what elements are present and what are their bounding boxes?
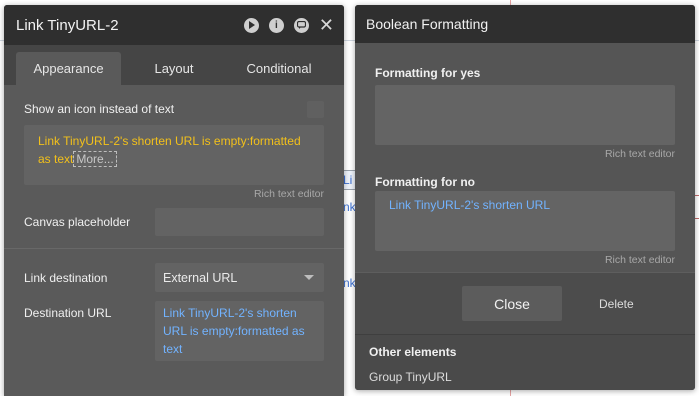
tab-bar: Appearance Layout Conditional [4,45,344,85]
canvas-text-fragment: Li [343,173,353,187]
comment-icon[interactable] [293,17,309,33]
other-elements-item[interactable]: Group TinyURL [369,370,695,384]
link-destination-dropdown[interactable]: External URL [155,263,324,292]
section-divider [4,248,344,249]
other-elements-section: Other elements Group TinyURL [355,334,695,390]
formatting-no-rich-text-link[interactable]: Rich text editor [375,254,675,266]
rich-text-editor-link[interactable]: Rich text editor [24,188,324,200]
play-icon[interactable] [243,17,259,33]
close-button[interactable]: Close [462,286,562,321]
property-editor-panel: Link TinyURL-2 i ✕ Appearance Layout Con… [4,5,344,396]
formatting-no-label: Formatting for no [375,175,475,189]
destination-url-label: Destination URL [24,306,112,320]
boolean-formatting-header: Boolean Formatting [355,5,695,43]
formatting-yes-label: Formatting for yes [375,66,481,80]
destination-url-row: Destination URL Link TinyURL-2's shorten… [24,301,324,361]
show-icon-row: Show an icon instead of text [24,99,324,119]
show-icon-checkbox[interactable] [307,100,324,118]
formatting-yes-editor[interactable] [375,85,675,145]
canvas-placeholder-label: Canvas placeholder [24,215,131,229]
dropdown-caret-icon [304,275,314,280]
canvas-placeholder-input[interactable] [155,208,324,236]
info-icon[interactable]: i [268,17,284,33]
formatting-yes-rich-text-link[interactable]: Rich text editor [375,148,675,160]
show-icon-label: Show an icon instead of text [24,102,175,116]
boolean-formatting-body: Formatting for yes Rich text editor Form… [355,43,695,272]
link-destination-value: External URL [163,270,238,285]
property-editor-header: Link TinyURL-2 i ✕ [4,5,344,45]
destination-url-editor[interactable]: Link TinyURL-2's shorten URL is empty:fo… [155,301,324,361]
other-elements-title: Other elements [369,345,457,359]
boolean-formatting-popup: Boolean Formatting Formatting for yes Ri… [355,5,695,390]
appearance-tab-content: Show an icon instead of text Link TinyUR… [4,85,344,396]
link-destination-label: Link destination [24,270,108,285]
destination-url-expression[interactable]: Link TinyURL-2's shorten URL is empty:fo… [163,306,305,356]
boolean-formatting-title: Boolean Formatting [366,16,489,32]
canvas-placeholder-row: Canvas placeholder [24,208,324,236]
tab-appearance[interactable]: Appearance [16,52,121,85]
canvas-text-fragment: nk [343,276,356,290]
popup-actions: Close Delete [355,272,695,334]
formatting-no-expression[interactable]: Link TinyURL-2's shorten URL [389,198,550,212]
text-editor[interactable]: Link TinyURL-2's shorten URL is empty:fo… [24,125,324,185]
more-link[interactable]: More... [73,151,117,167]
formatting-no-editor[interactable]: Link TinyURL-2's shorten URL [375,191,675,251]
delete-button[interactable]: Delete [599,297,634,311]
element-title: Link TinyURL-2 [16,16,119,34]
link-destination-row: Link destination External URL [24,263,324,292]
tab-layout[interactable]: Layout [121,52,227,85]
close-icon[interactable]: ✕ [319,16,334,34]
tab-conditional[interactable]: Conditional [227,52,331,85]
canvas-text-fragment: nk [343,200,356,214]
